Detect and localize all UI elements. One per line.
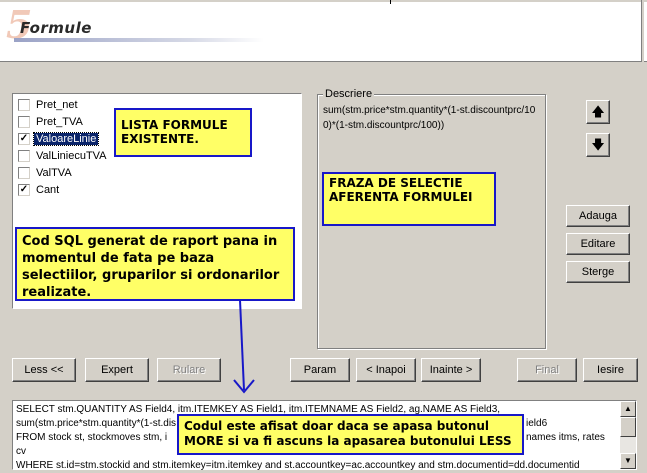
checkbox[interactable] [18, 116, 30, 128]
list-item[interactable]: ValLiniecuTVA [18, 148, 109, 164]
add-button[interactable]: Adauga [566, 205, 630, 227]
list-item[interactable]: ✓ ValoareLinie [18, 131, 100, 147]
annotation-fraza: FRAZA DE SELECTIE AFERENTA FORMULEI [322, 172, 496, 226]
list-item[interactable]: Pret_TVA [18, 114, 85, 130]
move-up-button[interactable]: 🡅 [586, 100, 610, 124]
list-item-label: Pret_TVA [36, 116, 83, 128]
arrow-up-icon: 🡅 [591, 104, 605, 119]
list-item[interactable]: ValTVA [18, 165, 74, 181]
top-edge [0, 0, 647, 2]
sql-line-fragment: ield6 [526, 418, 548, 429]
checkbox-checked[interactable]: ✓ [18, 184, 30, 196]
annotation-lista: LISTA FORMULE EXISTENTE. [114, 108, 252, 157]
annotation-codul: Codul este afisat doar daca se apasa but… [177, 414, 524, 455]
delete-button[interactable]: Sterge [566, 261, 630, 283]
back-button[interactable]: < Inapoi [356, 358, 416, 382]
page-title: Formule [20, 19, 92, 37]
list-item[interactable]: ✓ Cant [18, 182, 61, 198]
sql-line: FROM stock st, stockmoves stm, i [16, 432, 168, 443]
list-item-label: Pret_net [36, 99, 78, 111]
scroll-up-button[interactable]: ▲ [620, 401, 636, 417]
sql-line-fragment: names itms, rates [526, 432, 605, 443]
checkbox[interactable] [18, 167, 30, 179]
sql-line: sum(stm.price*stm.quantity*(1-st.dis [16, 418, 177, 429]
arrow-down-icon: 🡇 [591, 137, 605, 152]
wizard-header [0, 0, 647, 62]
move-down-button[interactable]: 🡇 [586, 133, 610, 157]
next-button[interactable]: Inainte > [421, 358, 481, 382]
checkbox-checked[interactable]: ✓ [18, 133, 30, 145]
finish-button[interactable]: Final [517, 358, 577, 382]
less-button[interactable]: Less << [12, 358, 76, 382]
scroll-thumb[interactable] [620, 417, 636, 437]
header-divider [390, 0, 391, 4]
list-item-label: ValTVA [36, 167, 72, 179]
list-item-label-selected: ValoareLinie [32, 132, 100, 146]
scroll-down-button[interactable]: ▼ [620, 453, 636, 469]
connector-arrow [233, 300, 255, 394]
title-underline [14, 38, 264, 42]
expert-button[interactable]: Expert [85, 358, 149, 382]
list-item-label: ValLiniecuTVA [36, 150, 107, 162]
param-button[interactable]: Param [290, 358, 350, 382]
description-text: sum(stm.price*stm.quantity*(1-st.discoun… [323, 105, 536, 131]
description-legend: Descriere [323, 88, 375, 100]
exit-button[interactable]: Iesire [583, 358, 638, 382]
annotation-cod-sql: Cod SQL generat de raport pana in moment… [15, 227, 295, 301]
sql-scrollbar[interactable]: ▲ ▼ [620, 401, 636, 469]
list-item-label: Cant [36, 184, 60, 196]
list-item[interactable]: Pret_net [18, 97, 80, 113]
checkbox[interactable] [18, 99, 30, 111]
run-button[interactable]: Rulare [157, 358, 221, 382]
header-right-border [641, 0, 644, 62]
edit-button[interactable]: Editare [566, 233, 630, 255]
checkbox[interactable] [18, 150, 30, 162]
